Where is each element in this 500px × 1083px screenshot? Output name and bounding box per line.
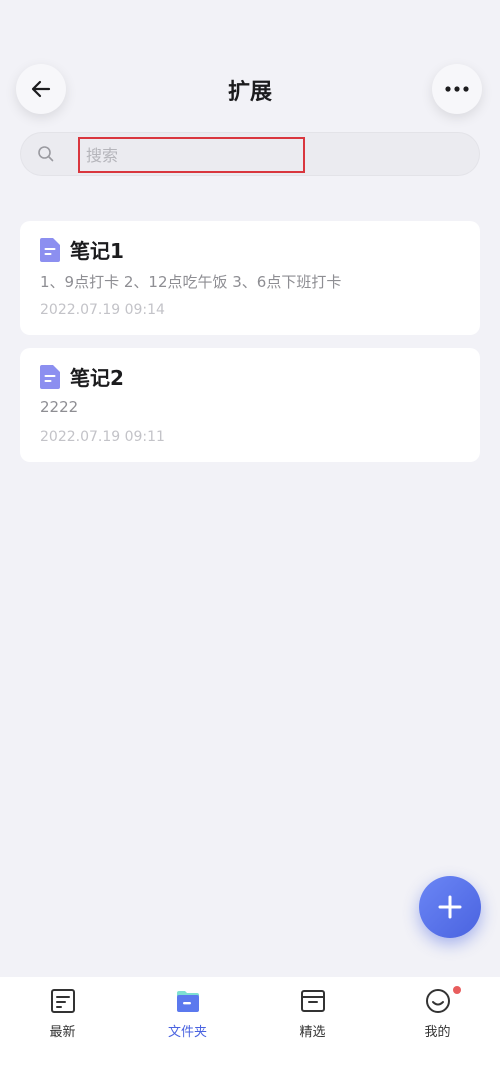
document-icon [40,365,60,389]
document-icon [40,238,60,262]
note-card[interactable]: 笔记2 2222 2022.07.19 09:11 [20,348,480,462]
more-button[interactable] [432,64,482,114]
note-date: 2022.07.19 09:11 [40,429,165,445]
note-preview: 1、9点打卡 2、12点吃午饭 3、6点下班打卡 [40,273,342,291]
search-icon [38,146,54,162]
folder-icon [176,991,199,1012]
search-input[interactable] [78,137,305,173]
smiley-face-icon [425,989,450,1013]
bottom-tab-bar: 最新 文件夹 精选 我的 [0,977,500,1083]
tab-latest[interactable]: 最新 [0,977,125,1057]
page-title: 扩展 [227,80,272,105]
note-title: 笔记2 [70,366,124,390]
notification-badge [453,986,461,994]
note-title: 笔记1 [70,239,124,263]
note-card[interactable]: 笔记1 1、9点打卡 2、12点吃午饭 3、6点下班打卡 2022.07.19 … [20,221,480,335]
tab-mine[interactable]: 我的 [375,977,500,1057]
note-list-icon [50,989,75,1013]
note-preview: 2222 [40,398,79,416]
tab-label: 我的 [424,1025,451,1040]
more-horizontal-icon [445,86,469,92]
tab-featured[interactable]: 精选 [250,977,375,1057]
search-bar[interactable] [20,132,480,176]
add-note-button[interactable] [419,876,481,938]
archive-box-icon [300,990,325,1012]
tab-label: 精选 [299,1025,326,1040]
tab-folder[interactable]: 文件夹 [125,977,250,1057]
note-date: 2022.07.19 09:14 [40,302,165,318]
plus-icon [438,895,462,919]
top-header: 扩展 [0,0,500,120]
tab-label: 最新 [49,1025,76,1040]
tab-label: 文件夹 [167,1025,207,1040]
